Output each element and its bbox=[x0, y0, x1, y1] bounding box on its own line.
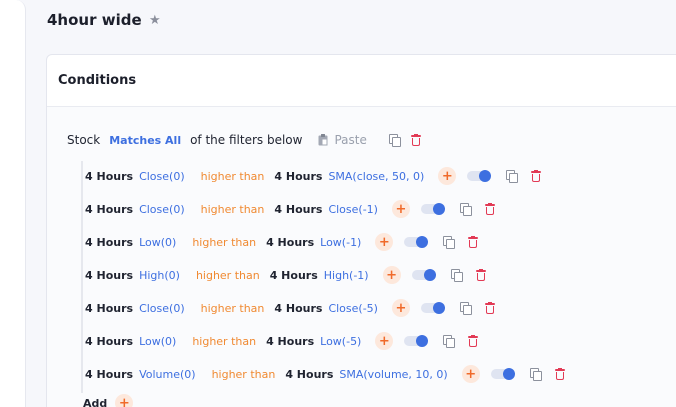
group-suffix: of the filters below bbox=[190, 133, 303, 147]
compare-timeframe-selector[interactable]: 4 Hours bbox=[266, 236, 314, 249]
filter-group-header: Stock Matches All of the filters below P… bbox=[67, 132, 421, 148]
copy-icon[interactable] bbox=[506, 170, 519, 183]
add-subcondition-button[interactable]: + bbox=[391, 200, 410, 218]
operator-selector[interactable]: higher than bbox=[201, 302, 265, 315]
add-subcondition-button[interactable]: + bbox=[375, 332, 394, 350]
condition-row: 4 Hours Low(0) higher than 4 Hours Low(-5) + bbox=[85, 332, 479, 350]
timeframe-selector[interactable]: 4 Hours bbox=[85, 269, 133, 282]
trash-icon[interactable] bbox=[554, 368, 565, 380]
compare-indicator-selector[interactable]: SMA(close, 50, 0) bbox=[328, 170, 424, 183]
indicator-selector[interactable]: Low(0) bbox=[139, 335, 176, 348]
enable-toggle[interactable] bbox=[404, 335, 429, 347]
condition-row: 4 Hours Close(0) higher than 4 Hours Close(-… bbox=[85, 200, 495, 218]
copy-icon[interactable] bbox=[450, 269, 463, 282]
compare-timeframe-selector[interactable]: 4 Hours bbox=[270, 269, 318, 282]
conditions-body bbox=[47, 107, 676, 407]
toggle-knob bbox=[432, 302, 445, 314]
add-condition-button[interactable]: + bbox=[115, 394, 134, 407]
compare-indicator-selector[interactable]: Close(-5) bbox=[328, 302, 378, 315]
clipboard-icon bbox=[318, 134, 328, 146]
operator-selector[interactable]: higher than bbox=[201, 170, 265, 183]
compare-timeframe-selector[interactable]: 4 Hours bbox=[274, 170, 322, 183]
add-subcondition-button[interactable]: + bbox=[375, 233, 394, 251]
compare-timeframe-selector[interactable]: 4 Hours bbox=[266, 335, 314, 348]
conditions-card: Conditions Stock Matches All of the filt… bbox=[46, 54, 676, 407]
enable-toggle[interactable] bbox=[467, 170, 492, 182]
enable-toggle[interactable] bbox=[420, 302, 445, 314]
toggle-knob bbox=[502, 368, 515, 380]
toggle-knob bbox=[416, 236, 429, 248]
indicator-selector[interactable]: High(0) bbox=[139, 269, 180, 282]
timeframe-selector[interactable]: 4 Hours bbox=[85, 203, 133, 216]
trash-icon[interactable] bbox=[484, 302, 495, 314]
operator-selector[interactable]: higher than bbox=[192, 335, 256, 348]
compare-indicator-selector[interactable]: Low(-1) bbox=[320, 236, 361, 249]
indicator-selector[interactable]: Close(0) bbox=[139, 170, 185, 183]
compare-timeframe-selector[interactable]: 4 Hours bbox=[285, 368, 333, 381]
timeframe-selector[interactable]: 4 Hours bbox=[85, 170, 133, 183]
star-icon[interactable]: ★ bbox=[149, 13, 161, 28]
copy-icon[interactable] bbox=[443, 236, 456, 249]
enable-toggle[interactable] bbox=[420, 203, 445, 215]
left-panel bbox=[0, 0, 26, 407]
group-subject: Stock bbox=[67, 133, 101, 147]
operator-selector[interactable]: higher than bbox=[196, 269, 260, 282]
copy-icon[interactable] bbox=[459, 203, 472, 216]
compare-indicator-selector[interactable]: SMA(volume, 10, 0) bbox=[339, 368, 447, 381]
trash-icon[interactable] bbox=[467, 236, 479, 248]
trash-icon[interactable] bbox=[484, 203, 495, 215]
trash-icon[interactable] bbox=[475, 269, 486, 281]
compare-timeframe-selector[interactable]: 4 Hours bbox=[274, 203, 322, 216]
indicator-selector[interactable]: Low(0) bbox=[139, 236, 176, 249]
condition-row: 4 Hours Volume(0) higher than 4 Hours SMA(vo… bbox=[85, 365, 565, 383]
toggle-knob bbox=[479, 170, 492, 182]
copy-icon[interactable] bbox=[529, 368, 542, 381]
compare-indicator-selector[interactable]: High(-1) bbox=[324, 269, 369, 282]
delete-group-icon[interactable] bbox=[410, 134, 421, 146]
add-subcondition-button[interactable]: + bbox=[391, 299, 410, 317]
paste-label: Paste bbox=[334, 133, 367, 147]
paste-button[interactable]: Paste bbox=[318, 133, 367, 147]
timeframe-selector[interactable]: 4 Hours bbox=[85, 236, 133, 249]
compare-indicator-selector[interactable]: Low(-5) bbox=[320, 335, 361, 348]
group-rail bbox=[81, 161, 83, 393]
indicator-selector[interactable]: Close(0) bbox=[139, 302, 185, 315]
enable-toggle[interactable] bbox=[490, 368, 515, 380]
condition-row: 4 Hours Close(0) higher than 4 Hours Close(-… bbox=[85, 299, 495, 317]
toggle-knob bbox=[432, 203, 445, 215]
condition-row: 4 Hours Low(0) higher than 4 Hours Low(-1) + bbox=[85, 233, 479, 251]
add-label: Add bbox=[83, 396, 108, 407]
indicator-selector[interactable]: Close(0) bbox=[139, 203, 185, 216]
strategy-title: 4hour wide bbox=[47, 11, 142, 29]
condition-row: 4 Hours Close(0) higher than 4 Hours SMA(clo… bbox=[85, 167, 542, 185]
compare-timeframe-selector[interactable]: 4 Hours bbox=[274, 302, 322, 315]
copy-icon[interactable] bbox=[443, 335, 456, 348]
timeframe-selector[interactable]: 4 Hours bbox=[85, 368, 133, 381]
copy-group-icon[interactable] bbox=[388, 134, 401, 147]
conditions-header: Conditions bbox=[47, 55, 676, 107]
add-subcondition-button[interactable]: + bbox=[461, 365, 480, 383]
enable-toggle[interactable] bbox=[404, 236, 429, 248]
copy-icon[interactable] bbox=[459, 302, 472, 315]
conditions-title: Conditions bbox=[58, 73, 137, 88]
indicator-selector[interactable]: Volume(0) bbox=[139, 368, 196, 381]
condition-row: 4 Hours High(0) higher than 4 Hours High(-1)… bbox=[85, 266, 486, 284]
operator-selector[interactable]: higher than bbox=[192, 236, 256, 249]
add-condition-row[interactable]: Add + bbox=[83, 394, 144, 407]
operator-selector[interactable]: higher than bbox=[201, 203, 265, 216]
match-mode-selector[interactable]: Matches All bbox=[109, 134, 181, 147]
trash-icon[interactable] bbox=[467, 335, 479, 347]
timeframe-selector[interactable]: 4 Hours bbox=[85, 335, 133, 348]
toggle-knob bbox=[416, 335, 429, 347]
trash-icon[interactable] bbox=[530, 170, 542, 182]
enable-toggle[interactable] bbox=[411, 269, 436, 281]
page: 4hour wide ★ Conditions Stock Matches Al… bbox=[0, 0, 676, 407]
add-subcondition-button[interactable]: + bbox=[438, 167, 457, 185]
add-subcondition-button[interactable]: + bbox=[382, 266, 401, 284]
compare-indicator-selector[interactable]: Close(-1) bbox=[328, 203, 378, 216]
timeframe-selector[interactable]: 4 Hours bbox=[85, 302, 133, 315]
toggle-knob bbox=[423, 269, 436, 281]
operator-selector[interactable]: higher than bbox=[212, 368, 276, 381]
